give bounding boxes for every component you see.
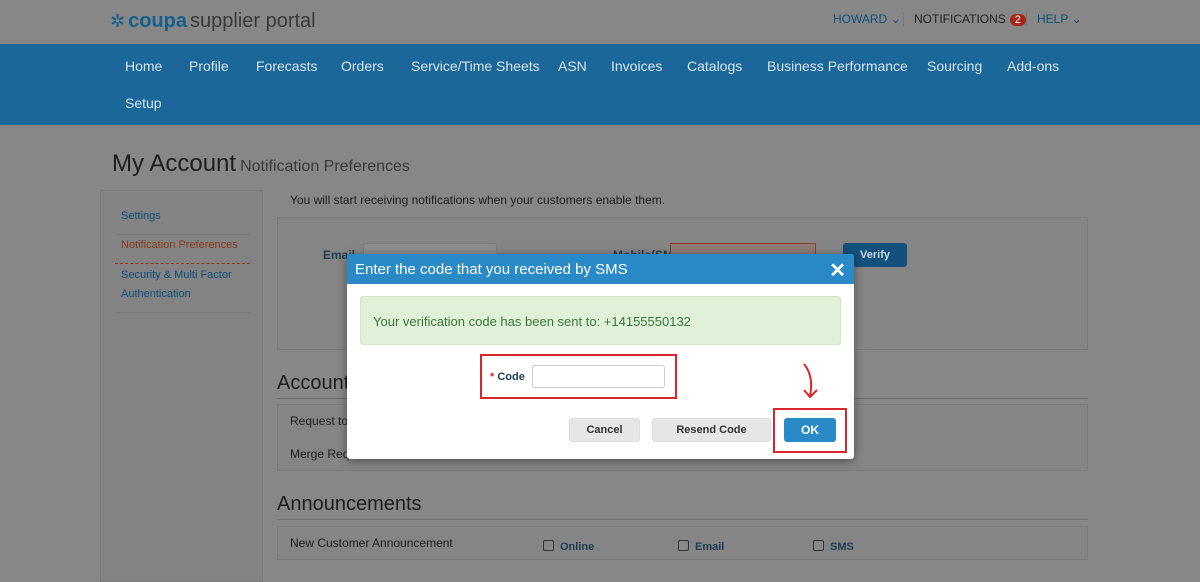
sms-code-dialog: Enter the code that you received by SMS ✕… [347, 254, 854, 459]
code-label: * Code [490, 371, 525, 383]
account-row: Request to [290, 414, 349, 428]
sidebar-item-notification-preferences[interactable]: Notification Preferences [115, 236, 250, 264]
dialog-header: Enter the code that you received by SMS ✕ [347, 254, 854, 284]
announcements-heading: Announcements [277, 493, 1088, 520]
online-option[interactable]: Online [543, 537, 594, 555]
user-menu[interactable]: HOWARD ⌄ [833, 12, 901, 26]
announcement-row-label: New Customer Announcement [290, 536, 453, 550]
main-nav: Home Profile Forecasts Orders Service/Ti… [0, 44, 1200, 125]
dialog-title: Enter the code that you received by SMS [355, 261, 628, 278]
resend-code-button[interactable]: Resend Code [652, 418, 771, 442]
info-text: You will start receiving notifications w… [290, 193, 666, 207]
chevron-down-icon: ⌄ [890, 12, 901, 26]
sidebar-item-settings[interactable]: Settings [115, 207, 250, 235]
ok-button[interactable]: OK [784, 418, 836, 442]
cancel-button[interactable]: Cancel [569, 418, 640, 442]
sidebar: Settings Notification Preferences Securi… [100, 190, 263, 582]
nav-home[interactable]: Home [125, 58, 162, 74]
nav-profile[interactable]: Profile [189, 58, 229, 74]
nav-add-ons[interactable]: Add-ons [1007, 58, 1059, 74]
sidebar-item-security[interactable]: Security & Multi Factor Authentication [115, 266, 250, 313]
notifications-link[interactable]: NOTIFICATIONS 2 [903, 12, 1026, 26]
nav-business-performance[interactable]: Business Performance [767, 58, 908, 74]
nav-service-sheets[interactable]: Service/Time Sheets [411, 58, 540, 74]
checkbox[interactable] [813, 540, 824, 552]
close-icon[interactable]: ✕ [829, 258, 846, 283]
success-alert: Your verification code has been sent to:… [360, 296, 841, 345]
sms-option[interactable]: SMS [813, 537, 854, 555]
email-option[interactable]: Email [678, 537, 724, 555]
nav-sourcing[interactable]: Sourcing [927, 58, 982, 74]
help-menu[interactable]: HELP ⌄ [1026, 12, 1082, 26]
notification-badge: 2 [1009, 14, 1026, 26]
nav-setup[interactable]: Setup [125, 95, 162, 111]
nav-forecasts[interactable]: Forecasts [256, 58, 317, 74]
nav-invoices[interactable]: Invoices [611, 58, 662, 74]
coupa-logo[interactable]: ✲ coupa supplier portal [110, 10, 316, 33]
page-title: My Account Notification Preferences [112, 150, 410, 177]
nav-orders[interactable]: Orders [341, 58, 384, 74]
checkbox-checked[interactable] [543, 540, 554, 552]
checkbox[interactable] [678, 540, 689, 552]
page-subtitle: Notification Preferences [240, 158, 410, 175]
code-input[interactable] [532, 365, 665, 388]
chevron-down-icon: ⌄ [1071, 12, 1082, 26]
logo-icon: ✲ [110, 11, 126, 31]
account-row: Merge Req [290, 447, 350, 461]
arrow-annotation-icon [803, 363, 818, 399]
nav-catalogs[interactable]: Catalogs [687, 58, 742, 74]
nav-asn[interactable]: ASN [558, 58, 587, 74]
